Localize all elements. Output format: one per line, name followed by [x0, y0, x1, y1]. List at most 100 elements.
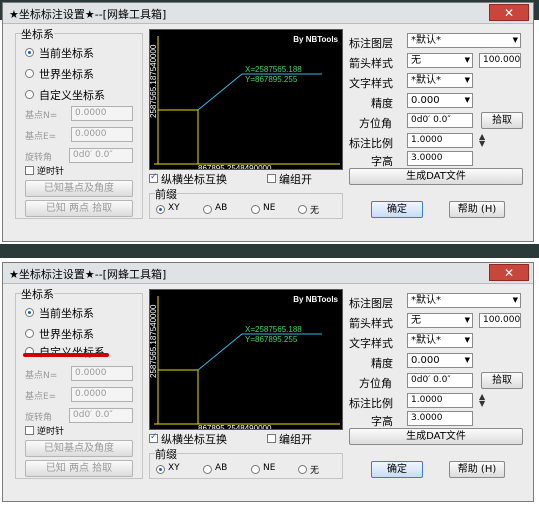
- ccw-checkbox[interactable]: [25, 426, 34, 435]
- preview-drawing: By NBTools X=2587565.188Y=867895.255 25875…: [150, 35, 340, 169]
- prefix-group-title: 前缀: [155, 186, 177, 202]
- radio-world-cs[interactable]: [25, 329, 34, 338]
- ccw-label[interactable]: 逆时针: [37, 164, 64, 177]
- radio-current-ucs-label[interactable]: 当前坐标系: [39, 45, 94, 61]
- prefix-radio-ab[interactable]: [203, 465, 212, 474]
- preview-drawing: By NBTools X=2587565.188Y=867895.255 25875…: [150, 295, 340, 429]
- radio-custom-cs-label[interactable]: 自定义坐标系: [39, 87, 105, 103]
- spin-down-icon[interactable]: ▼: [479, 399, 485, 408]
- preview-brand-text: By NBTools: [293, 295, 338, 304]
- spin-down-icon[interactable]: ▼: [479, 139, 485, 148]
- text-style-select[interactable]: *默认* ▼: [407, 333, 473, 348]
- prefix-radio-xy[interactable]: [156, 205, 165, 214]
- radio-world-cs[interactable]: [25, 69, 34, 78]
- generate-dat-button[interactable]: 生成DAT文件: [349, 428, 523, 445]
- chevron-down-icon: ▼: [512, 36, 518, 44]
- titlebar[interactable]: ★坐标标注设置★--[网蜂工具箱] ✕: [3, 3, 533, 24]
- rotation-input[interactable]: 0d0′ 0.0″: [69, 148, 133, 163]
- rotation-input[interactable]: 0d0′ 0.0″: [69, 408, 133, 423]
- radio-custom-cs-label[interactable]: 自定义坐标系: [39, 344, 105, 360]
- prefix-radio-ne[interactable]: [251, 465, 260, 474]
- layer-select-value: *默认*: [411, 295, 441, 306]
- text-height-input[interactable]: 3.0000: [407, 411, 473, 426]
- scale-input[interactable]: 1.0000: [407, 133, 473, 148]
- prefix-radio-ab-label[interactable]: AB: [215, 203, 227, 213]
- radio-custom-cs[interactable]: [25, 90, 34, 99]
- pick-azimuth-button[interactable]: 拾取: [481, 112, 523, 129]
- preview-canvas: By NBTools X=2587565.188 Y=867895.255 25875…: [149, 29, 343, 170]
- radio-world-cs-label[interactable]: 世界坐标系: [39, 326, 94, 342]
- preview-vertical-coordinate: 2587565.187540000: [150, 304, 158, 378]
- prefix-radio-none-label[interactable]: 无: [310, 463, 319, 476]
- close-button[interactable]: ✕: [489, 4, 529, 21]
- precision-label: 精度: [371, 357, 393, 370]
- ccw-checkbox[interactable]: [25, 166, 34, 175]
- known-base-angle-button[interactable]: 已知基点及角度: [25, 440, 133, 457]
- radio-current-ucs[interactable]: [25, 48, 34, 57]
- dialog-title: ★坐标标注设置★--[网蜂工具箱]: [9, 8, 167, 21]
- chevron-down-icon: ▼: [464, 96, 470, 104]
- base-e-input[interactable]: 0.0000: [71, 127, 133, 142]
- scale-input[interactable]: 1.0000: [407, 393, 473, 408]
- pick-azimuth-button[interactable]: 拾取: [481, 372, 523, 389]
- arrow-style-select[interactable]: 无 ▼: [407, 313, 473, 328]
- ccw-label[interactable]: 逆时针: [37, 424, 64, 437]
- prefix-radio-ne-label[interactable]: NE: [263, 203, 275, 213]
- prefix-radio-ne[interactable]: [251, 205, 260, 214]
- ok-button[interactable]: 确定: [371, 461, 423, 478]
- dialog-title: ★坐标标注设置★--[网蜂工具箱]: [9, 268, 167, 281]
- group-on-checkbox[interactable]: [267, 434, 276, 443]
- base-n-input[interactable]: 0.0000: [71, 366, 133, 381]
- group-on-label[interactable]: 编组开: [279, 171, 312, 187]
- prefix-radio-ab[interactable]: [203, 205, 212, 214]
- known-two-points-button[interactable]: 已知 两点 拾取: [25, 200, 133, 217]
- base-e-input[interactable]: 0.0000: [71, 387, 133, 402]
- radio-world-cs-label[interactable]: 世界坐标系: [39, 66, 94, 82]
- layer-select[interactable]: *默认* ▼: [407, 33, 521, 48]
- scale-spinner[interactable]: ▲ ▼: [479, 133, 485, 148]
- base-e-label: 基点E=: [25, 392, 57, 402]
- azimuth-input[interactable]: 0d0′ 0.0″: [407, 113, 473, 128]
- help-button[interactable]: 帮助 (H): [449, 461, 505, 478]
- prefix-radio-xy[interactable]: [156, 465, 165, 474]
- radio-current-ucs-label[interactable]: 当前坐标系: [39, 305, 94, 321]
- prefix-radio-none[interactable]: [298, 205, 307, 214]
- text-style-select[interactable]: *默认* ▼: [407, 73, 473, 88]
- precision-select[interactable]: 0.000 ▼: [407, 93, 473, 108]
- arrow-size-input[interactable]: 100.0000: [479, 53, 521, 68]
- precision-value: 0.000: [411, 95, 440, 106]
- ok-button[interactable]: 确定: [371, 201, 423, 218]
- coordinate-system-group-title: 坐标系: [21, 26, 54, 42]
- swap-xy-label[interactable]: 纵横坐标互换: [161, 431, 227, 447]
- group-on-label[interactable]: 编组开: [279, 431, 312, 447]
- prefix-radio-ab-label[interactable]: AB: [215, 463, 227, 473]
- prefix-radio-ne-label[interactable]: NE: [263, 463, 275, 473]
- azimuth-label: 方位角: [359, 377, 392, 390]
- generate-dat-button[interactable]: 生成DAT文件: [349, 168, 523, 185]
- prefix-radio-xy-label[interactable]: XY: [168, 463, 180, 473]
- swap-xy-label[interactable]: 纵横坐标互换: [161, 171, 227, 187]
- arrow-style-select[interactable]: 无 ▼: [407, 53, 473, 68]
- azimuth-input[interactable]: 0d0′ 0.0″: [407, 373, 473, 388]
- group-on-checkbox[interactable]: [267, 174, 276, 183]
- swap-xy-checkbox[interactable]: [149, 172, 158, 183]
- known-two-points-button[interactable]: 已知 两点 拾取: [25, 460, 133, 477]
- known-base-angle-button[interactable]: 已知基点及角度: [25, 180, 133, 197]
- help-button[interactable]: 帮助 (H): [449, 201, 505, 218]
- base-n-label: 基点N=: [25, 111, 58, 121]
- text-height-input[interactable]: 3.0000: [407, 151, 473, 166]
- base-n-input[interactable]: 0.0000: [71, 106, 133, 121]
- prefix-radio-none[interactable]: [298, 465, 307, 474]
- arrow-style-label: 箭头样式: [349, 57, 393, 70]
- arrow-size-input[interactable]: 100.0000: [479, 313, 521, 328]
- precision-select[interactable]: 0.000 ▼: [407, 353, 473, 368]
- swap-xy-checkbox[interactable]: [149, 432, 158, 443]
- titlebar[interactable]: ★坐标标注设置★--[网蜂工具箱] ✕: [3, 263, 533, 284]
- prefix-radio-xy-label[interactable]: XY: [168, 203, 180, 213]
- coordinate-label-dialog-annotated: ★坐标标注设置★--[网蜂工具箱] ✕ 坐标系 当前坐标系 世界坐标系 自定义坐…: [2, 262, 534, 502]
- close-button[interactable]: ✕: [489, 264, 529, 281]
- radio-current-ucs[interactable]: [25, 308, 34, 317]
- scale-spinner[interactable]: ▲ ▼: [479, 393, 485, 408]
- prefix-radio-none-label[interactable]: 无: [310, 203, 319, 216]
- layer-select[interactable]: *默认* ▼: [407, 293, 521, 308]
